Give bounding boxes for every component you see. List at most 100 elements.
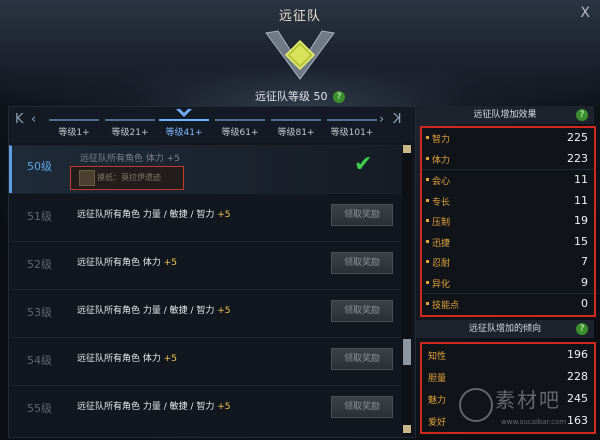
reward-list-panel: K ‹ 等级1+ 等级21+ 等级41+ 等级61+ 等级81+ 等级101+ … <box>8 106 416 438</box>
scroll-down-arrow-icon[interactable] <box>403 425 411 433</box>
effect-name: 专长 <box>432 197 451 208</box>
row-description: 远征队所有角色 体力 +5 <box>77 351 177 364</box>
tab-underline <box>271 119 321 121</box>
effect-value: 7 <box>581 255 588 268</box>
tendency-row: 知性 196 <box>422 344 594 366</box>
effect-name: 忍耐 <box>432 259 451 269</box>
bullet-icon <box>426 178 429 181</box>
tab-level-21[interactable]: 等级21+ <box>105 125 155 138</box>
level-tab-bar: K ‹ 等级1+ 等级21+ 等级41+ 等级61+ 等级81+ 等级101+ … <box>9 107 415 143</box>
effect-value: 11 <box>574 173 588 186</box>
last-page-icon[interactable]: K <box>393 112 402 127</box>
effect-value: 11 <box>574 193 588 207</box>
tendency-value: 196 <box>567 348 588 361</box>
effect-row: 智力 225 <box>422 128 594 149</box>
list-scrollbar[interactable] <box>402 143 412 435</box>
bullet-icon <box>426 302 429 305</box>
reward-row: 51级 远征队所有角色 力量 / 敏捷 / 智力 +5 领取奖励 <box>9 193 401 236</box>
reward-row: 55级 远征队所有角色 力量 / 敏捷 / 智力 +5 领取奖励 <box>9 385 401 436</box>
row-description-text: 远征队所有角色 力量 / 敏捷 / 智力 <box>77 306 215 316</box>
tab-level-41[interactable]: 等级41+ <box>159 125 209 138</box>
tendency-name: 魅力 <box>428 396 447 406</box>
expedition-emblem-icon <box>265 30 335 80</box>
active-tab-marker-icon <box>176 109 192 117</box>
effects-header: 远征队增加效果 ? <box>416 106 594 124</box>
tab-underline <box>49 119 99 121</box>
row-level: 54级 <box>27 354 52 367</box>
tab-level-1[interactable]: 等级1+ <box>49 125 99 138</box>
claimed-check-icon: ✔ <box>354 152 373 177</box>
claim-reward-button[interactable]: 领取奖励 <box>331 300 393 322</box>
claim-reward-button[interactable]: 领取奖励 <box>331 396 393 418</box>
effect-value: 0 <box>581 297 588 310</box>
watermark-logo-icon <box>459 388 493 422</box>
bullet-icon <box>426 260 429 263</box>
bullet-icon <box>426 239 429 243</box>
watermark-text: 素材吧 <box>495 388 561 412</box>
reward-row: 52级 远征队所有角色 体力 +5 领取奖励 <box>9 241 401 284</box>
tendency-help-icon[interactable]: ? <box>576 323 588 335</box>
effect-row: 体力 223 <box>422 149 594 170</box>
row-description: 远征队所有角色 力量 / 敏捷 / 智力 +5 <box>77 399 231 412</box>
tendency-header: 远征队增加的倾向 ? <box>416 320 594 338</box>
row-bonus: +5 <box>163 258 178 268</box>
row-description: 远征队所有角色 力量 / 敏捷 / 智力 +5 <box>77 207 231 220</box>
row-level: 50级 <box>27 160 52 173</box>
bullet-icon <box>426 219 429 222</box>
row-level: 55级 <box>27 402 52 415</box>
prev-page-icon[interactable]: ‹ <box>31 112 36 127</box>
reward-row: 54级 远征队所有角色 体力 +5 领取奖励 <box>9 337 401 380</box>
row-description-text: 远征队所有角色 体力 <box>80 154 164 164</box>
tendency-name: 胆量 <box>428 374 447 384</box>
effect-row: 迅捷 15 <box>422 232 594 253</box>
effect-name: 会心 <box>432 177 451 187</box>
effect-row: 异化 9 <box>422 273 594 294</box>
reward-item-highlight[interactable]: 摸纸：莫拉伊遗迹 <box>70 166 184 190</box>
tab-level-61[interactable]: 等级61+ <box>215 125 265 138</box>
help-icon[interactable]: ? <box>333 91 345 103</box>
row-description-text: 远征队所有角色 力量 / 敏捷 / 智力 <box>77 402 215 412</box>
tab-underline <box>215 119 265 121</box>
effect-row: 压制 19 <box>422 211 594 232</box>
row-level: 52级 <box>27 258 52 271</box>
row-level: 51级 <box>27 210 52 223</box>
bullet-icon <box>426 136 429 139</box>
watermark: 素材吧 www.sucaibar.com <box>455 380 595 436</box>
row-bonus: +5 <box>217 402 231 412</box>
bullet-icon <box>426 280 429 284</box>
row-description: 远征队所有角色 体力 +5 <box>80 151 180 164</box>
effect-row: 会心 11 <box>422 169 594 191</box>
tab-underline <box>159 119 209 121</box>
reward-item-icon <box>79 170 95 186</box>
row-description-text: 远征队所有角色 力量 / 敏捷 / 智力 <box>77 210 215 220</box>
effect-name: 智力 <box>432 135 451 145</box>
scroll-thumb[interactable] <box>403 339 411 365</box>
window-title: 远征队 <box>278 9 321 24</box>
scroll-up-arrow-icon[interactable] <box>403 145 411 153</box>
row-description: 远征队所有角色 体力 +5 <box>77 255 177 268</box>
expedition-window: 远征队 X 远征队等级 50 ? K ‹ 等级1+ 等级21+ 等级41+ 等级… <box>0 0 600 440</box>
tab-level-101[interactable]: 等级101+ <box>327 125 377 138</box>
close-button[interactable]: X <box>580 5 590 21</box>
effect-row: 专长 11 <box>422 191 594 212</box>
tab-level-81[interactable]: 等级81+ <box>271 125 321 138</box>
tendency-title: 远征队增加的倾向 <box>468 324 541 334</box>
bullet-icon <box>426 156 429 160</box>
effects-help-icon[interactable]: ? <box>576 109 588 121</box>
effect-name: 体力 <box>432 155 451 166</box>
effect-value: 19 <box>574 214 588 227</box>
expedition-level: 远征队等级 50 ? <box>0 88 600 104</box>
claim-reward-button[interactable]: 领取奖励 <box>331 204 393 226</box>
next-page-icon[interactable]: › <box>379 112 384 127</box>
row-level: 53级 <box>27 306 52 319</box>
claim-reward-button[interactable]: 领取奖励 <box>331 348 393 370</box>
tendency-name: 知性 <box>428 352 447 362</box>
first-page-icon[interactable]: K <box>15 112 24 127</box>
tab-underline <box>327 119 377 121</box>
effect-value: 225 <box>567 131 588 144</box>
tab-underline <box>105 119 155 121</box>
effect-name: 异化 <box>432 279 451 290</box>
tendency-name: 爱好 <box>428 418 447 428</box>
claim-reward-button[interactable]: 领取奖励 <box>331 252 393 274</box>
reward-row-current: 50级 远征队所有角色 体力 +5 摸纸：莫拉伊遗迹 ✔ <box>9 145 404 194</box>
